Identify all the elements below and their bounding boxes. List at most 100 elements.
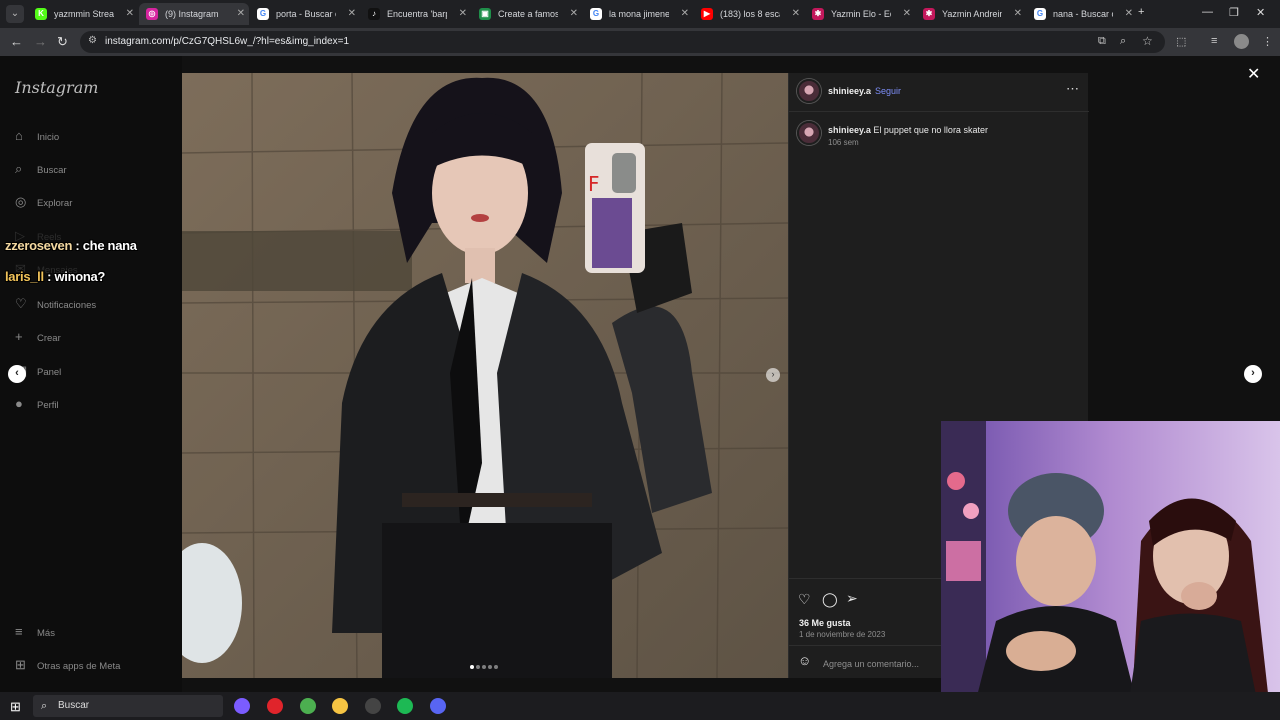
new-tab-button[interactable]: + xyxy=(1138,6,1144,18)
windows-start-icon[interactable]: ⊞ xyxy=(10,699,21,715)
comment-icon[interactable]: ◯ xyxy=(822,591,838,608)
browser-tab[interactable]: ▣ Create a famosos ✕ xyxy=(472,3,582,25)
chat-message: laris_ll : winona? xyxy=(5,269,105,284)
caption-avatar[interactable] xyxy=(797,121,821,145)
tab-close-icon[interactable]: ✕ xyxy=(792,3,800,25)
back-icon[interactable]: ← xyxy=(10,34,23,49)
reload-icon[interactable]: ↻ xyxy=(57,34,68,50)
forward-icon[interactable]: → xyxy=(34,34,47,49)
tab-close-icon[interactable]: ✕ xyxy=(903,3,911,25)
tab-search-menu-icon[interactable]: ⌄ xyxy=(6,5,24,23)
browser-tab[interactable]: Gla mona jimenez ✕ xyxy=(583,3,693,25)
tab-close-icon[interactable]: ✕ xyxy=(126,3,134,25)
more-options-icon[interactable]: ⋯ xyxy=(1066,81,1079,97)
discord-icon[interactable] xyxy=(430,698,446,714)
sidebar-item-label: Notificaciones xyxy=(37,300,97,311)
likes-count[interactable]: 36 Me gusta xyxy=(799,618,851,628)
browser-tab[interactable]: ◎ (9) Instagram ✕ xyxy=(139,3,249,25)
profile-icon: ● xyxy=(15,396,23,411)
chat-username: laris_ll xyxy=(5,269,44,284)
share-icon[interactable]: ➢ xyxy=(846,590,858,607)
home-icon: ⌂ xyxy=(15,128,23,143)
tab-title: Yazmin Andreina xyxy=(942,9,1002,19)
comment-input[interactable]: Agrega un comentario... xyxy=(823,659,919,669)
separator-dot: • xyxy=(868,86,872,96)
browser-tab[interactable]: Kyazmmin Stream ✕ xyxy=(28,3,138,25)
hamburger-icon: ≡ xyxy=(15,624,23,639)
browser-tab[interactable]: ✱ Yazmin Andreina ✕ xyxy=(916,3,1026,25)
caption-text: El puppet que no llora skater xyxy=(873,125,988,135)
minimize-icon[interactable]: — xyxy=(1202,6,1213,18)
tab-title: yazmmin Stream xyxy=(54,9,114,19)
profile-avatar[interactable] xyxy=(1234,34,1249,49)
tab-close-icon[interactable]: ✕ xyxy=(1125,3,1133,25)
folder-icon[interactable] xyxy=(332,698,348,714)
tab-close-icon[interactable]: ✕ xyxy=(681,3,689,25)
sidebar-item-label: Buscar xyxy=(37,165,67,176)
photo-next-arrow[interactable]: › xyxy=(766,368,780,382)
tab-title: Create a famosos xyxy=(498,9,558,19)
sidebar-item-buscar[interactable]: ⌕ Buscar xyxy=(15,161,67,181)
maximize-icon[interactable]: ❐ xyxy=(1229,6,1239,19)
tab-favicon-icon: G xyxy=(590,8,602,20)
browser-tab[interactable]: ♪ Encuentra 'barpe ✕ xyxy=(361,3,471,25)
tab-close-icon[interactable]: ✕ xyxy=(348,3,356,25)
sidebar-item-label: Inicio xyxy=(37,132,60,143)
tab-favicon-icon: ▶ xyxy=(701,8,713,20)
install-app-icon[interactable]: ⧉ xyxy=(1098,35,1106,48)
tab-close-icon[interactable]: ✕ xyxy=(1014,3,1022,25)
sidebar-item-perfil[interactable]: ● Perfil xyxy=(15,396,59,416)
previous-post-arrow[interactable]: ‹ xyxy=(8,365,26,383)
close-window-icon[interactable]: ✕ xyxy=(1256,6,1265,19)
bookmark-star-icon[interactable]: ☆ xyxy=(1142,34,1153,48)
spotify-icon[interactable] xyxy=(397,698,413,714)
sidebar-item-label: Perfil xyxy=(37,400,59,411)
tab-close-icon[interactable]: ✕ xyxy=(570,3,578,25)
sidebar-item-label: Explorar xyxy=(37,198,73,209)
sidebar-item-explorar[interactable]: ◎ Explorar xyxy=(15,194,72,214)
post-photo[interactable]: F › xyxy=(182,73,788,678)
browser-tab[interactable]: Gporta - Buscar co ✕ xyxy=(250,3,360,25)
sidebar-item-inicio[interactable]: ⌂ Inicio xyxy=(15,128,59,148)
tab-favicon-icon: ▣ xyxy=(479,8,491,20)
tab-favicon-icon: K xyxy=(35,8,47,20)
sidebar-item-crear[interactable]: + Crear xyxy=(15,329,61,349)
author-avatar[interactable] xyxy=(797,79,821,103)
extensions-icon[interactable]: ⬚ xyxy=(1176,35,1186,48)
browser-tab[interactable]: ▶ (183) los 8 escalo ✕ xyxy=(694,3,804,25)
chrome-icon[interactable] xyxy=(300,698,316,714)
url-text: instagram.com/p/CzG7QHSL6w_/?hl=es&img_i… xyxy=(105,36,350,47)
taskbar-search[interactable]: ⌕ Buscar xyxy=(33,695,223,717)
sidebar-item-label: Otras apps de Meta xyxy=(37,661,121,672)
instagram-logo[interactable]: Instagram xyxy=(15,78,98,97)
zoom-icon[interactable]: ⌕ xyxy=(1120,35,1126,48)
caption-username[interactable]: shinieey.a xyxy=(828,125,871,135)
author-username[interactable]: shinieey.a xyxy=(828,86,871,96)
browser-menu-icon[interactable]: ⋮ xyxy=(1262,35,1273,48)
sidebar-item-notificaciones[interactable]: ♡ Notificaciones xyxy=(15,296,96,316)
obs-icon[interactable] xyxy=(365,698,381,714)
sidebar-item-label: Más xyxy=(37,628,55,639)
close-modal-icon[interactable]: ✕ xyxy=(1247,64,1260,84)
copilot-icon[interactable] xyxy=(234,698,250,714)
address-bar[interactable]: ⚙ instagram.com/p/CzG7QHSL6w_/?hl=es&img… xyxy=(80,31,1165,53)
meta-apps-icon: ⊞ xyxy=(15,657,26,672)
site-info-icon[interactable]: ⚙ xyxy=(88,35,97,46)
tab-close-icon[interactable]: ✕ xyxy=(237,3,245,25)
sidebar-item-more[interactable]: ≡ Más xyxy=(15,624,55,644)
chat-text: : che nana xyxy=(75,238,137,253)
browser-tab[interactable]: ✱ Yazmin Elo - Edad ✕ xyxy=(805,3,915,25)
post-date: 1 de noviembre de 2023 xyxy=(799,630,886,639)
like-heart-icon[interactable]: ♡ xyxy=(798,591,811,608)
tab-close-icon[interactable]: ✕ xyxy=(459,3,467,25)
emoji-icon[interactable]: ☺ xyxy=(798,653,811,668)
browser-tab[interactable]: Gnana - Buscar con ✕ xyxy=(1027,3,1137,25)
plus-icon: + xyxy=(15,329,23,344)
reading-list-icon[interactable]: ≡ xyxy=(1211,35,1217,47)
webcam-image xyxy=(941,421,1280,720)
sidebar-item-meta[interactable]: ⊞ Otras apps de Meta xyxy=(15,657,120,677)
follow-button[interactable]: Seguir xyxy=(875,86,901,96)
next-post-arrow[interactable]: › xyxy=(1244,365,1262,383)
opera-icon[interactable] xyxy=(267,698,283,714)
chat-text: : winona? xyxy=(47,269,106,284)
